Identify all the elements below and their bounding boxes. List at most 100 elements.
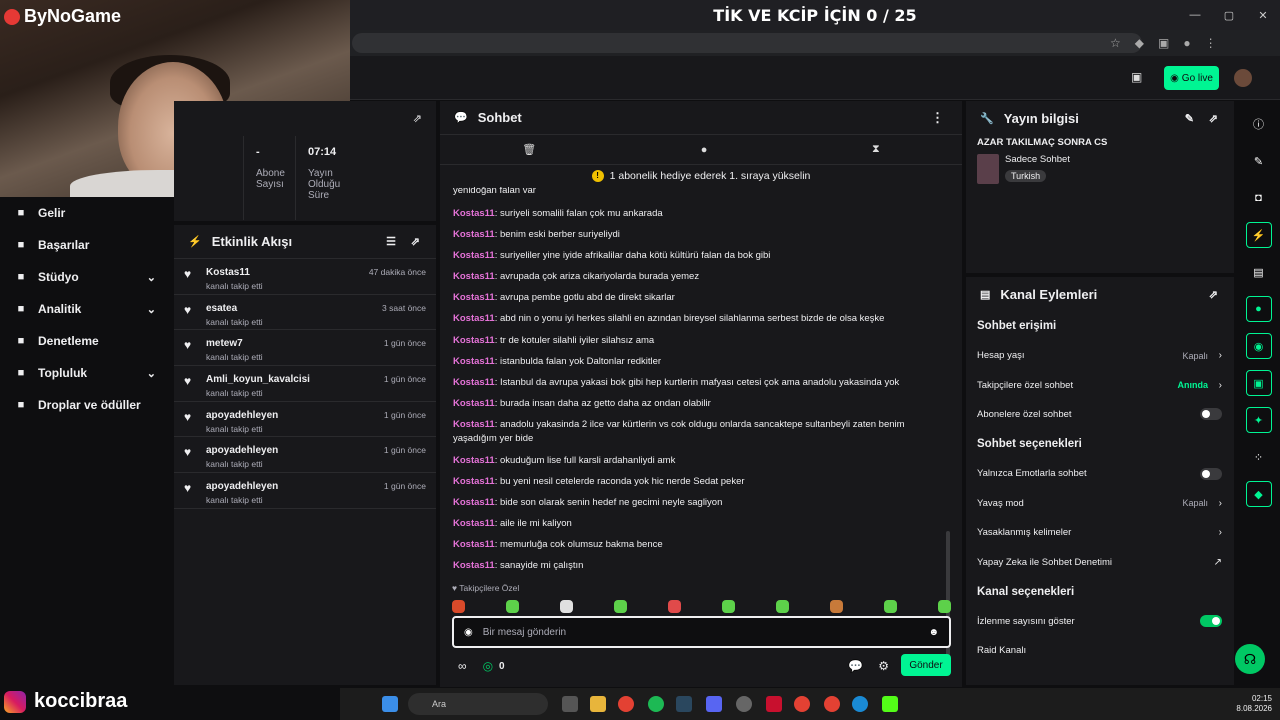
popout-icon[interactable]: ⇗ <box>413 112 422 125</box>
menu-icon[interactable]: ⋮ <box>1205 36 1217 50</box>
list-item[interactable]: ♥ apoyadehleyen kanalı takip etti 1 gün … <box>174 437 436 474</box>
chat-message[interactable]: Kostas11: suriyeliler yine iyide afrikal… <box>440 249 962 264</box>
setting-row[interactable]: Yalnızca Emotlarla sohbet <box>966 459 1234 488</box>
emote-icon[interactable] <box>938 599 951 613</box>
chat-message[interactable]: Kostas11: suriyeli somalili falan çok mu… <box>440 207 962 222</box>
profile-icon[interactable]: ● <box>1183 36 1190 50</box>
chat-username[interactable]: Kostas11 <box>453 518 495 529</box>
gift-sub-banner[interactable]: ! 1 abonelik hediye ederek 1. sıraya yük… <box>440 165 962 187</box>
sidebar-item-3[interactable]: ■ Analitik ⌄ <box>0 293 172 325</box>
chat-username[interactable]: Kostas11 <box>453 313 495 324</box>
star-icon[interactable]: ☆ <box>1110 36 1121 50</box>
dots-icon[interactable]: ⁘ <box>1246 444 1272 470</box>
close-button[interactable]: ✕ <box>1246 9 1280 22</box>
setting-row[interactable]: Abonelere özel sohbet <box>966 400 1234 429</box>
setting-row[interactable]: Raid Kanalı <box>966 636 1234 665</box>
channel-icon[interactable]: ▣ <box>1245 370 1272 396</box>
chat-username[interactable]: Kostas11 <box>453 208 495 219</box>
chat-username[interactable]: Kostas11 <box>453 398 495 409</box>
spotify-icon[interactable] <box>648 696 664 712</box>
hourglass-icon[interactable]: ⧗ <box>872 143 880 156</box>
edge-icon[interactable] <box>852 696 868 712</box>
chat-message[interactable]: Kostas11: bide son olarak senin hedef ne… <box>440 496 962 511</box>
avatar[interactable] <box>1234 69 1252 87</box>
toggle-switch[interactable] <box>1200 615 1222 628</box>
sidebar-item-0[interactable]: ■ Gelir <box>0 197 172 229</box>
maximize-button[interactable]: ▢ <box>1212 9 1246 22</box>
toggle-switch[interactable] <box>1200 408 1222 421</box>
sidebar-item-2[interactable]: ■ Stüdyo ⌄ <box>0 261 172 293</box>
chat-username[interactable]: Kostas11 <box>453 271 495 282</box>
chat-message[interactable]: Kostas11: tr de kotuler silahli iyiler s… <box>440 334 962 349</box>
go-live-button[interactable]: ◉ Go live <box>1164 66 1219 90</box>
popout-icon[interactable]: ⇗ <box>1209 112 1218 125</box>
infinity-icon[interactable]: ∞ <box>458 659 467 673</box>
chrome-icon[interactable] <box>618 696 634 712</box>
chat-message[interactable]: Kostas11: benim eski berber suriyeliydi <box>440 228 962 243</box>
chrome-alt-icon[interactable] <box>824 696 840 712</box>
sidebar-item-1[interactable]: ■ Başarılar <box>0 229 172 261</box>
chat-message[interactable]: Kostas11: Istanbul da avrupa yakasi bok … <box>440 376 962 391</box>
chat-username[interactable]: Kostas11 <box>453 356 495 367</box>
start-icon[interactable] <box>382 696 398 712</box>
chat-username[interactable]: Kostas11 <box>453 229 495 240</box>
chat-username[interactable]: Kostas11 <box>453 292 495 303</box>
chat-message[interactable]: Kostas11: avrupada çok ariza cikariyolar… <box>440 270 962 285</box>
emote-icon[interactable] <box>452 599 465 613</box>
setting-row[interactable]: İzlenme sayısını göster <box>966 607 1234 636</box>
kick-icon[interactable] <box>882 696 898 712</box>
minimize-button[interactable]: — <box>1178 9 1212 21</box>
diamond-icon[interactable]: ◆ <box>1245 481 1272 507</box>
setting-row[interactable]: Takipçilere özel sohbet Anında › <box>966 370 1234 399</box>
chat-username[interactable]: Kostas11 <box>453 497 495 508</box>
emoji-icon[interactable]: ☻ <box>928 627 939 638</box>
pencil-icon[interactable]: ✎ <box>1246 148 1272 174</box>
chat-username[interactable]: Kostas11 <box>453 455 495 466</box>
app-icon[interactable] <box>736 696 752 712</box>
chat-username[interactable]: Kostas11 <box>453 419 495 430</box>
chat-message[interactable]: Kostas11: burada insan daha az getto dah… <box>440 397 962 412</box>
bolt-icon[interactable]: ⚡ <box>1245 222 1272 248</box>
list-item[interactable]: ♥ metew7 kanalı takip etti 1 gün önce <box>174 330 436 367</box>
filter-icon[interactable]: ☰ <box>386 235 396 248</box>
chat-message[interactable]: Kostas11: istanbulda falan yok Daltonlar… <box>440 355 962 370</box>
points-icon[interactable]: ◎ <box>483 659 493 673</box>
tag-pill[interactable]: Turkish <box>1005 170 1047 182</box>
gear-icon[interactable]: ⚙ <box>878 659 889 673</box>
setting-row[interactable]: Hesap yaşı Kapalı › <box>966 341 1234 370</box>
popout-icon[interactable]: ⇗ <box>1209 288 1218 301</box>
taskbar-search[interactable]: Ara <box>408 693 548 715</box>
app-red-icon[interactable] <box>766 696 782 712</box>
chat-username[interactable]: Kostas11 <box>453 335 495 346</box>
sidebar-item-5[interactable]: ■ Topluluk ⌄ <box>0 357 172 389</box>
chat-message[interactable]: Kostas11: memurluğa cok olumsuz bakma be… <box>440 538 962 553</box>
chat-username[interactable]: Kostas11 <box>453 250 495 261</box>
emote-icon[interactable] <box>830 599 843 613</box>
chat-input[interactable]: ◉ Bir mesaj gönderin ☻ <box>452 616 951 648</box>
list-item[interactable]: ♥ Kostas11 kanalı takip etti 47 dakika ö… <box>174 259 436 295</box>
folder-icon[interactable] <box>590 696 606 712</box>
chrome-icon[interactable] <box>794 696 810 712</box>
sidebar-item-6[interactable]: ■ Droplar ve ödüller <box>0 389 172 421</box>
chat-username[interactable]: Kostas11 <box>453 377 495 388</box>
document-icon[interactable]: ▤ <box>1246 259 1272 285</box>
camera-icon[interactable]: ◘ <box>1246 185 1272 211</box>
emote-icon[interactable] <box>560 599 573 613</box>
chat-message[interactable]: Kostas11: bu yeni nesil cetelerde racond… <box>440 475 962 490</box>
list-item[interactable]: ♥ Amli_koyun_kavalcisi kanalı takip etti… <box>174 366 436 402</box>
send-button[interactable]: Gönder <box>901 654 951 676</box>
broadcast-icon[interactable]: ◉ <box>1245 333 1272 359</box>
chat-icon[interactable]: ● <box>1245 296 1272 322</box>
list-item[interactable]: ♥ esatea kanalı takip etti 3 saat önce <box>174 295 436 331</box>
chat-message[interactable]: Kostas11: avrupa pembe gotlu abd de dire… <box>440 291 962 306</box>
discord-icon[interactable] <box>706 696 722 712</box>
chat-message[interactable]: Kostas11: aile ile mi kaliyon <box>440 517 962 532</box>
popout-icon[interactable]: ⇗ <box>411 235 420 248</box>
chat-message[interactable]: Kostas11: anadolu yakasinda 2 ilce var k… <box>440 418 962 447</box>
emote-icon[interactable] <box>722 599 735 613</box>
puzzle-icon[interactable]: ▣ <box>1158 36 1169 50</box>
chat-message[interactable]: Kostas11: sanayide mi çalıştın <box>440 559 962 574</box>
emote-icon[interactable] <box>614 599 627 613</box>
toggle-switch[interactable] <box>1200 467 1222 480</box>
setting-row[interactable]: Yasaklanmış kelimeler › <box>966 518 1234 547</box>
